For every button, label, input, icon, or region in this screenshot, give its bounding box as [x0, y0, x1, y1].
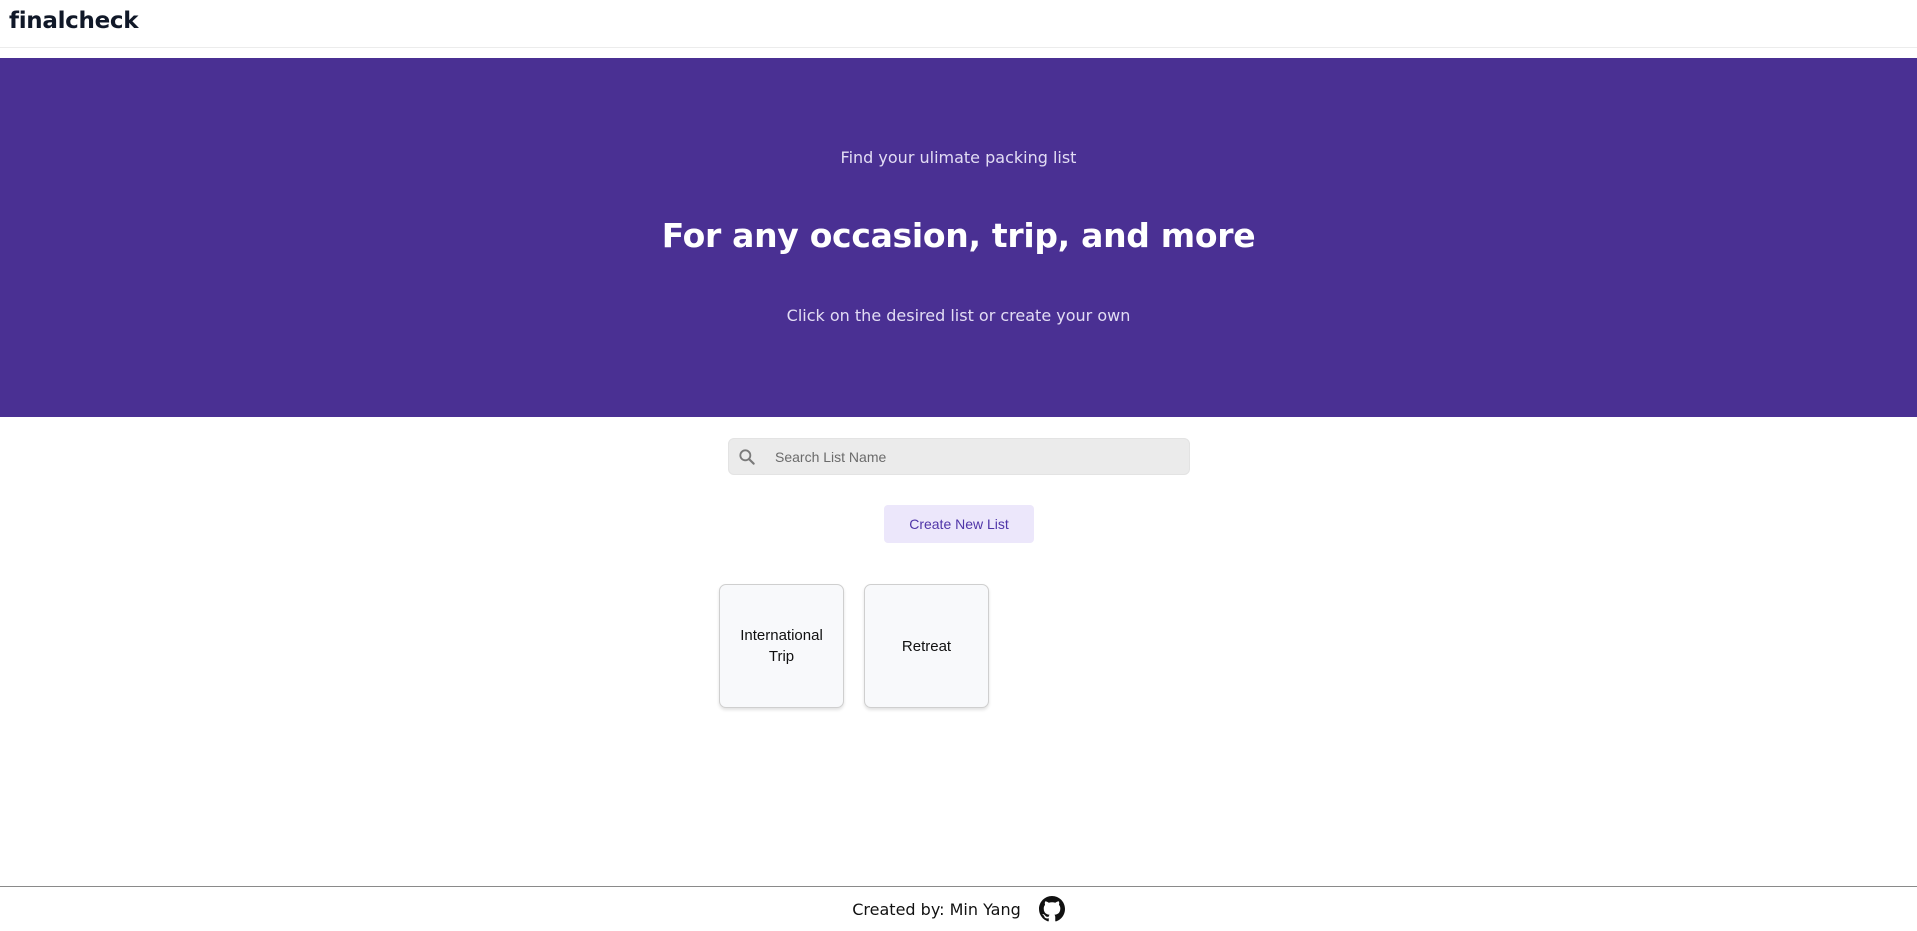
search-input[interactable] [773, 439, 1183, 474]
github-icon [1038, 896, 1065, 922]
hero-banner: Find your ulimate packing list For any o… [0, 58, 1917, 417]
page-footer: Created by: Min Yang [0, 886, 1917, 931]
list-card-retreat[interactable]: Retreat [864, 584, 989, 708]
create-new-list-button[interactable]: Create New List [884, 505, 1034, 543]
hero-eyebrow-text: Find your ulimate packing list [840, 148, 1077, 167]
hero-subtitle: Click on the desired list or create your… [786, 306, 1131, 325]
list-card-label: Retreat [901, 637, 952, 655]
search-icon [737, 447, 757, 467]
top-navigation-bar: finalcheck [0, 0, 1917, 48]
footer-content: Created by: Min Yang [0, 896, 1917, 922]
list-card-label: International Trip [740, 627, 823, 665]
search-bar [728, 438, 1190, 475]
brand-logo-link[interactable]: finalcheck [9, 8, 139, 34]
github-link[interactable] [1038, 896, 1065, 922]
hero-title: For any occasion, trip, and more [661, 216, 1256, 255]
footer-credit: Created by: Min Yang [852, 899, 1021, 919]
list-card-international-trip[interactable]: International Trip [719, 584, 844, 708]
